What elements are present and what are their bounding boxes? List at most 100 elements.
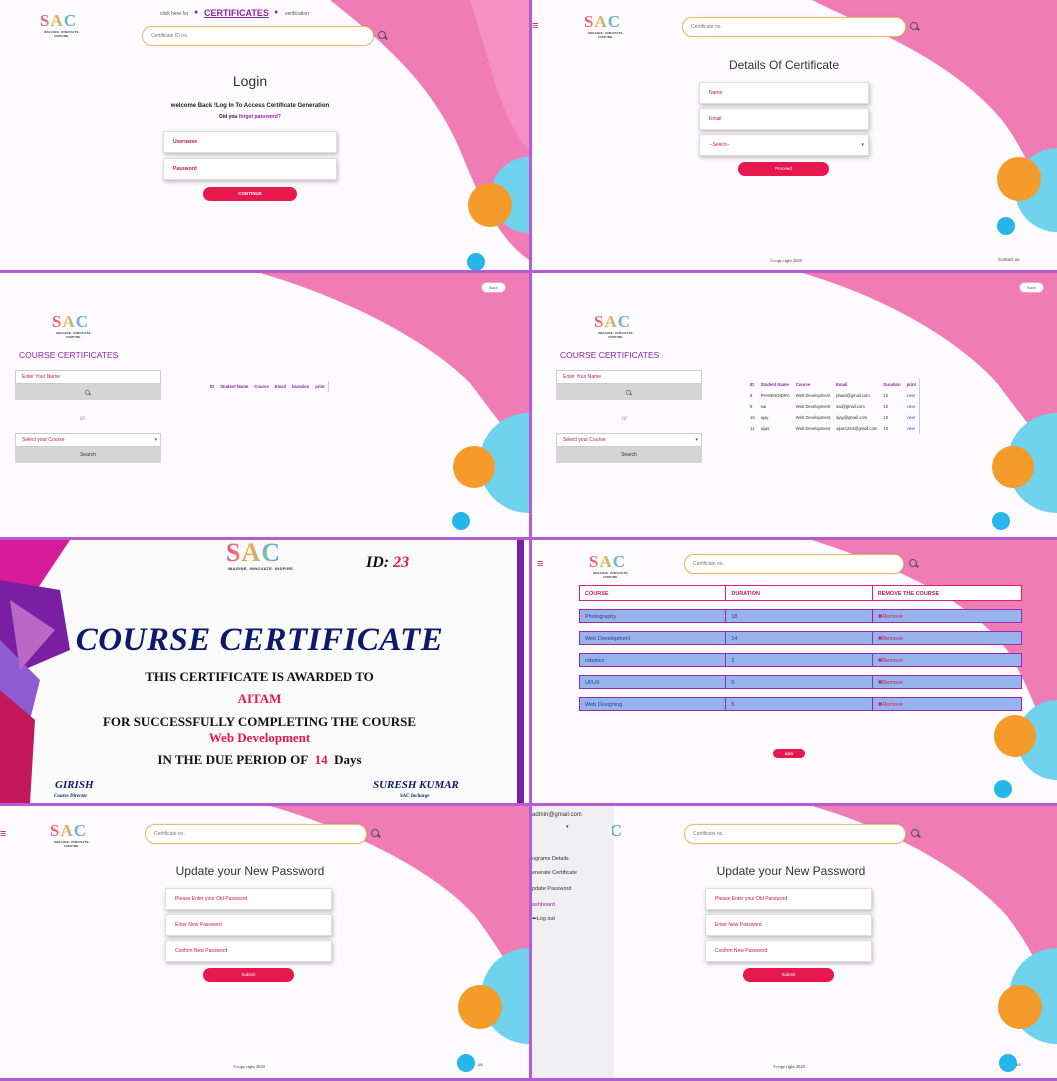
view-link[interactable]: view (904, 412, 920, 423)
search-button[interactable]: Search (15, 447, 161, 463)
column-header: COURSE (580, 586, 727, 600)
column-header: print (315, 384, 325, 389)
add-course-button[interactable]: ADD (773, 749, 805, 758)
course-cell: Web Designing (580, 698, 727, 710)
name-field[interactable]: Name (699, 82, 869, 104)
table-row: UI/UX 5 ✖Remove (579, 675, 1022, 689)
search-icon[interactable] (908, 558, 920, 570)
view-link[interactable]: view (904, 423, 920, 434)
sac-logo: SAC (612, 822, 626, 848)
certificate-id-search-input[interactable]: Certificate ID no. (142, 26, 374, 46)
forgot-line: Did you forget password? (200, 114, 300, 120)
chevron-down-icon: ▾ (861, 142, 864, 148)
forgot-password-link[interactable]: forget password? (239, 114, 281, 120)
search-button[interactable]: Search (556, 447, 702, 463)
chevron-down-icon: ▾ (695, 437, 698, 443)
results-table: ID Student Name Course Email Duration pr… (207, 381, 329, 392)
name-search-button[interactable] (15, 384, 161, 400)
email-field[interactable]: Email (699, 108, 869, 130)
copyright-text: ©copy right 2020 (770, 258, 802, 263)
select-dropdown[interactable]: --Select-- ▾ (699, 134, 869, 156)
results-table: ID Student Name Course Email Duration pr… (747, 379, 920, 434)
contact-us-link[interactable]: Contact us (998, 257, 1020, 262)
sidebar-item-logout[interactable]: ⬅Log out (532, 916, 555, 922)
remove-button[interactable]: ✖Remove (873, 676, 1021, 688)
remove-button[interactable]: ✖Remove (873, 654, 1021, 666)
back-button[interactable]: Back (481, 282, 506, 293)
user-email: admin@gmail.com (532, 812, 582, 818)
search-icon[interactable] (370, 828, 382, 840)
column-header: Email (274, 384, 286, 389)
column-header: Course (795, 382, 811, 387)
column-header: ID (750, 382, 755, 387)
id-value: 23 (393, 554, 410, 571)
course-select[interactable]: Select your Course ▾ (15, 433, 161, 447)
search-icon[interactable] (910, 828, 922, 840)
signatory-2-name: SURESH KUMAR (373, 779, 459, 791)
days-value: 14 (314, 752, 328, 767)
table-header: ID Student Name Course Email Duration pr… (207, 381, 328, 392)
menu-icon[interactable]: ≡ (537, 558, 543, 570)
sac-logo: SAC IMAGINE. INNOVATE. INSPIRE. (226, 540, 295, 571)
period-suffix: Days (334, 752, 362, 767)
username-field[interactable]: Username (163, 131, 337, 153)
update-password-title: Update your New Password (175, 864, 325, 878)
sidebar-item-programs-details[interactable]: ograms Details (532, 856, 569, 862)
sac-logo: SAC IMAGINE. INNOVATE. INSPIRE. (594, 313, 638, 340)
contact-us-link[interactable]: us (1016, 1062, 1021, 1067)
back-button[interactable]: Back (1019, 282, 1044, 293)
proceed-button[interactable]: Proceed (738, 162, 829, 176)
remove-button[interactable]: ✖Remove (873, 632, 1021, 644)
submit-button[interactable]: Submit (203, 968, 294, 982)
view-link[interactable]: view (904, 401, 920, 412)
menu-icon[interactable]: ≡ (0, 828, 6, 840)
copyright-text: ©copy right 2020 (773, 1064, 805, 1069)
menu-icon[interactable]: ≡ (532, 20, 538, 32)
column-header: Duration (291, 384, 310, 389)
certificates-link[interactable]: CERTIFICATES (204, 8, 269, 18)
remove-button[interactable]: ✖Remove (873, 610, 1021, 622)
certificate-search-input[interactable]: Certificate no. (684, 554, 904, 574)
remove-button[interactable]: ✖Remove (873, 698, 1021, 710)
old-password-field[interactable]: Please Enter your Old Password (705, 888, 872, 910)
duration-cell: 5 (726, 676, 873, 688)
certificate-search-input[interactable]: Certificate no. (682, 17, 906, 37)
course-select[interactable]: Select your Course ▾ (556, 433, 702, 447)
cell-course: Web Development (795, 415, 831, 420)
search-icon (84, 389, 91, 396)
confirm-password-field[interactable]: Confirm New Password (165, 940, 332, 962)
cell-duration: 10 (883, 426, 889, 431)
certificate-search-input[interactable]: Certificate no. (145, 824, 367, 844)
cell-id: 11 (750, 426, 755, 431)
search-icon[interactable] (909, 21, 921, 33)
column-header: Student Name (220, 384, 249, 389)
period-text: IN THE DUE PERIOD OF 14 Days (0, 752, 519, 768)
contact-us-link[interactable]: us (478, 1062, 483, 1067)
sidebar-item-generate-certificate[interactable]: enerate Certificate (532, 870, 577, 876)
chevron-down-icon: ▾ (154, 437, 157, 443)
sidebar-item-dashboard[interactable]: ashboard (532, 902, 555, 908)
continue-button[interactable]: CONTINUE (203, 187, 297, 201)
name-input[interactable]: Enter Your Name (556, 370, 702, 384)
old-password-field[interactable]: Please Enter your Old Password (165, 888, 332, 910)
sac-logo: SAC IMAGINE. INNOVATE. INSPIRE. (52, 313, 96, 340)
confirm-password-field[interactable]: Confirm New Password (705, 940, 872, 962)
column-header: Email (836, 382, 848, 387)
new-password-field[interactable]: Enter New Password (165, 914, 332, 936)
view-link[interactable]: view (904, 390, 920, 401)
cell-name: ajay (760, 415, 769, 420)
cell-duration: 10 (883, 393, 889, 398)
table-row: 10 ajay Web Development ajay@gmail.com 1… (747, 412, 919, 423)
name-input[interactable]: Enter Your Name (15, 370, 161, 384)
certificate-search-input[interactable]: Certificate no. (684, 824, 906, 844)
chevron-down-icon[interactable]: ▾ (566, 824, 569, 830)
sidebar-item-update-password[interactable]: pdate Password (532, 886, 571, 892)
or-text: or (622, 416, 628, 422)
cell-duration: 10 (883, 404, 889, 409)
new-password-field[interactable]: Enter New Password (705, 914, 872, 936)
name-search-button[interactable] (556, 384, 702, 400)
submit-button[interactable]: Submit (743, 968, 834, 982)
password-field[interactable]: Password (163, 158, 337, 180)
search-icon[interactable] (377, 30, 389, 42)
sac-logo: SAC IMAGINE. INNOVATE. INSPIRE. (589, 553, 633, 580)
